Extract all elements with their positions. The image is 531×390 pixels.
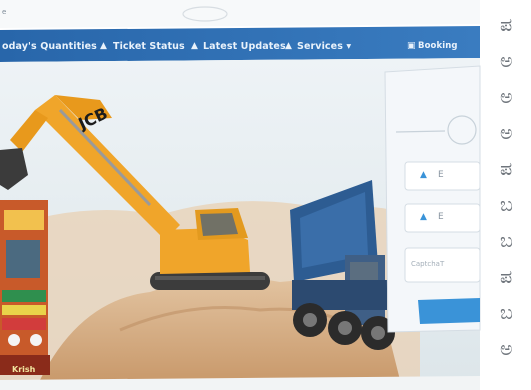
browser-top-bar (0, 0, 480, 28)
bell-icon-3: ▲ (285, 41, 292, 51)
bell-icon-2: ▲ (191, 41, 198, 51)
side-char-6: ಬ (500, 230, 513, 252)
nav-services[interactable]: Services ▾ (297, 41, 351, 52)
booking-icon: ▣ (407, 41, 416, 51)
side-char-0: ಪ (500, 14, 513, 36)
nav-latest-updates[interactable]: Latest Updates (203, 41, 286, 52)
captcha-placeholder[interactable]: CaptchaT (411, 260, 444, 268)
side-char-7: ಪ (500, 266, 513, 288)
password-fragment[interactable]: E (438, 212, 444, 222)
side-char-9: ಅ (500, 338, 513, 360)
side-char-1: ಅ (500, 50, 513, 72)
side-char-2: ಅ (500, 86, 513, 108)
login-panel (384, 65, 481, 333)
side-char-8: ಬ (500, 302, 513, 324)
side-char-5: ಬ (500, 194, 513, 216)
nav-todays-quantities[interactable]: oday's Quantities (2, 41, 97, 52)
top-left-text: e (2, 8, 7, 16)
lock-icon: ▲ (420, 212, 427, 222)
side-char-4: ಪ (500, 158, 513, 180)
nav-bookings[interactable]: Booking (418, 41, 458, 51)
user-icon: ▲ (420, 170, 427, 180)
bell-icon: ▲ (100, 41, 107, 51)
username-fragment[interactable]: E (438, 170, 444, 180)
construction-site-photo: JCB Krish (0, 0, 531, 390)
nav-ticket-status[interactable]: Ticket Status (113, 41, 185, 52)
decorated-truck (0, 200, 50, 375)
login-button (418, 298, 480, 324)
side-char-3: ಅ (500, 122, 513, 144)
truck-plate-text: Krish (12, 365, 36, 374)
